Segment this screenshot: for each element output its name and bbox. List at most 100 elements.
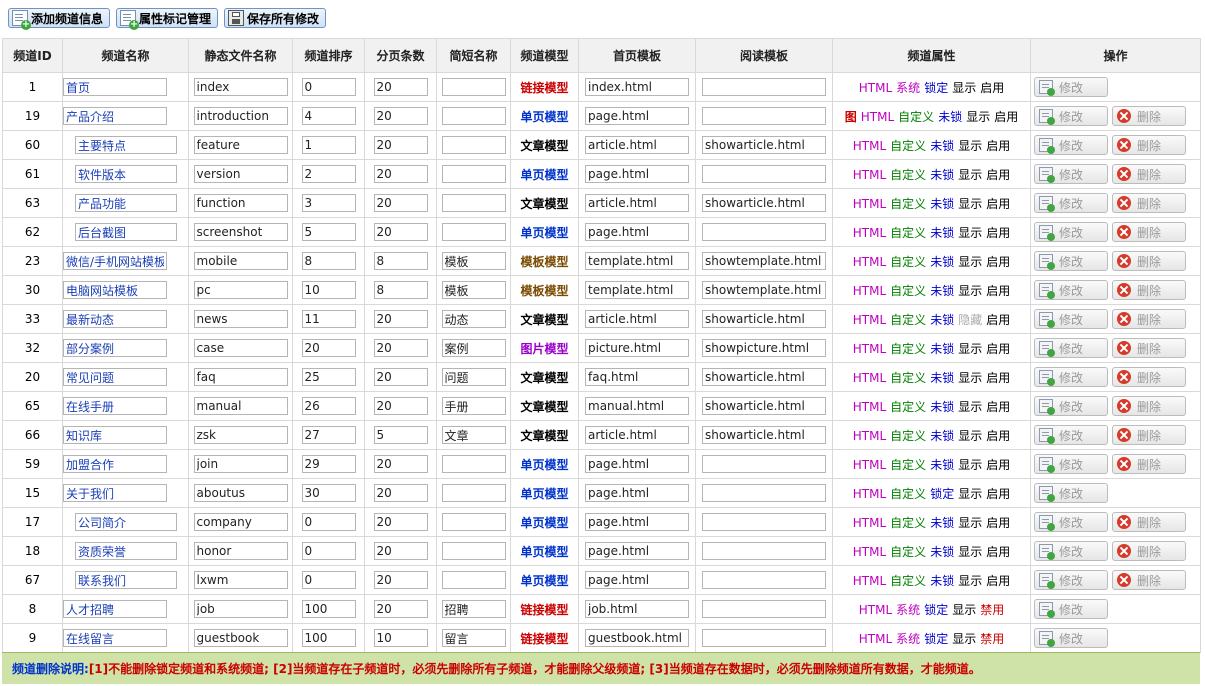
state-flag[interactable]: 启用 — [986, 516, 1010, 530]
home-template-input[interactable] — [585, 571, 689, 589]
home-template-input[interactable] — [585, 397, 689, 415]
html-flag[interactable]: HTML — [853, 458, 886, 472]
lock-flag[interactable]: 未锁 — [930, 574, 954, 588]
pagesize-input[interactable] — [373, 629, 428, 647]
lock-flag[interactable]: 未锁 — [930, 400, 954, 414]
static-file-input[interactable] — [193, 136, 288, 154]
shortname-input[interactable] — [441, 542, 506, 560]
shortname-input[interactable] — [441, 600, 506, 618]
state-flag[interactable]: 禁用 — [980, 632, 1004, 646]
pagesize-input[interactable] — [373, 194, 428, 212]
sort-input[interactable] — [301, 484, 356, 502]
sort-input[interactable] — [301, 107, 356, 125]
shortname-input[interactable] — [441, 194, 506, 212]
html-flag[interactable]: HTML — [853, 371, 886, 385]
static-file-input[interactable] — [193, 397, 288, 415]
static-file-input[interactable] — [193, 310, 288, 328]
static-file-input[interactable] — [193, 223, 288, 241]
channel-kind-flag[interactable]: 自定义 — [890, 516, 926, 530]
pagesize-input[interactable] — [373, 339, 428, 357]
delete-button[interactable]: 删除 — [1112, 309, 1186, 329]
html-flag[interactable]: HTML — [853, 197, 886, 211]
channel-name-input[interactable] — [75, 223, 177, 241]
visibility-flag[interactable]: 显示 — [958, 458, 982, 472]
visibility-flag[interactable]: 显示 — [958, 168, 982, 182]
edit-button[interactable]: 修改 — [1034, 599, 1108, 619]
home-template-input[interactable] — [585, 223, 689, 241]
read-template-input[interactable] — [702, 455, 826, 473]
state-flag[interactable]: 启用 — [986, 197, 1010, 211]
pagesize-input[interactable] — [373, 455, 428, 473]
static-file-input[interactable] — [193, 107, 288, 125]
home-template-input[interactable] — [585, 629, 689, 647]
static-file-input[interactable] — [193, 78, 288, 96]
delete-button[interactable]: 删除 — [1112, 338, 1186, 358]
sort-input[interactable] — [301, 426, 356, 444]
lock-flag[interactable]: 未锁 — [930, 226, 954, 240]
sort-input[interactable] — [301, 455, 356, 473]
pagesize-input[interactable] — [373, 136, 428, 154]
lock-flag[interactable]: 锁定 — [924, 603, 948, 617]
sort-input[interactable] — [301, 542, 356, 560]
html-flag[interactable]: HTML — [853, 429, 886, 443]
delete-button[interactable]: 删除 — [1112, 367, 1186, 387]
pagesize-input[interactable] — [373, 223, 428, 241]
edit-button[interactable]: 修改 — [1034, 164, 1108, 184]
shortname-input[interactable] — [441, 455, 506, 473]
edit-button[interactable]: 修改 — [1034, 135, 1108, 155]
channel-kind-flag[interactable]: 自定义 — [890, 284, 926, 298]
edit-button[interactable]: 修改 — [1034, 309, 1108, 329]
html-flag[interactable]: HTML — [859, 81, 892, 95]
shortname-input[interactable] — [441, 484, 506, 502]
channel-name-input[interactable] — [63, 484, 167, 502]
visibility-flag[interactable]: 显示 — [958, 487, 982, 501]
sort-input[interactable] — [301, 600, 356, 618]
state-flag[interactable]: 启用 — [986, 139, 1010, 153]
channel-kind-flag[interactable]: 自定义 — [890, 458, 926, 472]
html-flag[interactable]: HTML — [859, 632, 892, 646]
visibility-flag[interactable]: 显示 — [958, 284, 982, 298]
visibility-flag[interactable]: 显示 — [952, 603, 976, 617]
shortname-input[interactable] — [441, 136, 506, 154]
shortname-input[interactable] — [441, 571, 506, 589]
pagesize-input[interactable] — [373, 281, 428, 299]
channel-name-input[interactable] — [63, 455, 167, 473]
visibility-flag[interactable]: 显示 — [958, 545, 982, 559]
edit-button[interactable]: 修改 — [1034, 512, 1108, 532]
channel-kind-flag[interactable]: 系统 — [896, 603, 920, 617]
pagesize-input[interactable] — [373, 107, 428, 125]
pagesize-input[interactable] — [373, 484, 428, 502]
channel-kind-flag[interactable]: 自定义 — [890, 313, 926, 327]
shortname-input[interactable] — [441, 368, 506, 386]
static-file-input[interactable] — [193, 165, 288, 183]
html-flag[interactable]: HTML — [853, 255, 886, 269]
delete-button[interactable]: 删除 — [1112, 570, 1186, 590]
home-template-input[interactable] — [585, 107, 689, 125]
static-file-input[interactable] — [193, 600, 288, 618]
home-template-input[interactable] — [585, 455, 689, 473]
home-template-input[interactable] — [585, 252, 689, 270]
html-flag[interactable]: HTML — [853, 487, 886, 501]
shortname-input[interactable] — [441, 223, 506, 241]
edit-button[interactable]: 修改 — [1034, 628, 1108, 648]
add-channel-button[interactable]: 添加频道信息 — [8, 8, 111, 30]
channel-name-input[interactable] — [63, 310, 167, 328]
shortname-input[interactable] — [441, 339, 506, 357]
read-template-input[interactable] — [702, 252, 826, 270]
home-template-input[interactable] — [585, 310, 689, 328]
channel-kind-flag[interactable]: 自定义 — [890, 226, 926, 240]
delete-button[interactable]: 删除 — [1112, 280, 1186, 300]
home-template-input[interactable] — [585, 426, 689, 444]
static-file-input[interactable] — [193, 484, 288, 502]
lock-flag[interactable]: 未锁 — [930, 342, 954, 356]
read-template-input[interactable] — [702, 310, 826, 328]
edit-button[interactable]: 修改 — [1034, 454, 1108, 474]
visibility-flag[interactable]: 显示 — [952, 632, 976, 646]
lock-flag[interactable]: 未锁 — [938, 110, 962, 124]
visibility-flag[interactable]: 显示 — [952, 81, 976, 95]
edit-button[interactable]: 修改 — [1034, 425, 1108, 445]
home-template-input[interactable] — [585, 513, 689, 531]
channel-name-input[interactable] — [63, 368, 167, 386]
pagesize-input[interactable] — [373, 78, 428, 96]
delete-button[interactable]: 删除 — [1112, 425, 1186, 445]
